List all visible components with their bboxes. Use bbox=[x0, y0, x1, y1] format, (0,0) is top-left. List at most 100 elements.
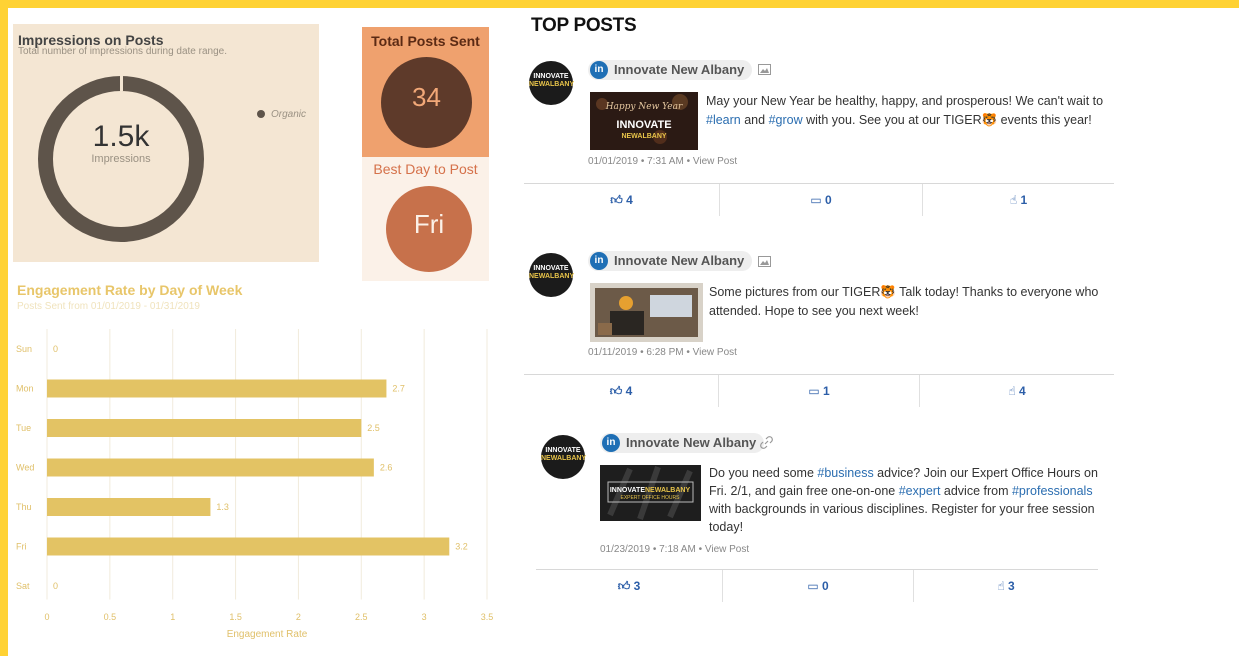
bar bbox=[47, 419, 362, 437]
post-text-segment: Do you need some bbox=[709, 466, 818, 480]
y-tick-label: Thu bbox=[16, 502, 32, 512]
engagement-title: Engagement Rate by Day of Week bbox=[17, 282, 243, 298]
post-text-segment: and bbox=[740, 113, 769, 127]
best-day-title: Best Day to Post bbox=[373, 161, 478, 177]
y-tick-label: Fri bbox=[16, 542, 27, 552]
y-tick-label: Tue bbox=[16, 423, 31, 433]
bar bbox=[47, 458, 374, 477]
best-day-card: Best Day to Post Fri bbox=[362, 157, 489, 281]
top-border bbox=[0, 0, 1239, 8]
thumbs-up-icon: 👍︎ bbox=[610, 193, 627, 207]
likes-stat[interactable]: 👍︎ 3 bbox=[536, 570, 722, 602]
post-meta[interactable]: 01/23/2019 • 7:18 AM • View Post bbox=[600, 544, 749, 555]
svg-text:EXPERT OFFICE HOURS: EXPERT OFFICE HOURS bbox=[621, 495, 681, 501]
bar bbox=[47, 498, 211, 516]
likes-stat[interactable]: 👍︎ 4 bbox=[524, 184, 719, 216]
likes-stat[interactable]: 👍︎ 4 bbox=[524, 375, 718, 407]
hashtag-link[interactable]: #learn bbox=[706, 113, 741, 127]
post-thumbnail[interactable] bbox=[590, 283, 703, 342]
x-tick-label: 0.5 bbox=[104, 612, 117, 622]
avatar-text: INNOVATE bbox=[545, 447, 581, 454]
post-stats: 👍︎ 4 ▭ 1 ☝︎ 4 bbox=[524, 374, 1114, 407]
post-text-segment: with you. See you at our TIGER🐯 events t… bbox=[802, 113, 1092, 127]
y-tick-label: Wed bbox=[16, 463, 34, 473]
x-tick-label: 1 bbox=[170, 612, 175, 622]
best-day-value: Fri bbox=[413, 209, 445, 239]
comments-count: 0 bbox=[824, 193, 832, 207]
svg-text:Happy New Year: Happy New Year bbox=[605, 102, 683, 112]
data-label: 1.3 bbox=[216, 502, 229, 512]
post-text: Do you need some #business advice? Join … bbox=[709, 464, 1099, 536]
legend-label[interactable]: Organic bbox=[271, 109, 306, 120]
avatar[interactable]: INNOVATE NEWALBANY bbox=[529, 61, 575, 105]
linkedin-icon: in bbox=[590, 252, 608, 270]
donut-gap bbox=[120, 76, 123, 91]
author-pill[interactable]: in Innovate New Albany bbox=[600, 433, 765, 453]
impressions-card: Impressions on Posts Total number of imp… bbox=[13, 24, 319, 262]
post-text-segment: with backgrounds in various disciplines.… bbox=[709, 502, 1095, 534]
comments-stat[interactable]: ▭ 0 bbox=[723, 570, 913, 602]
comments-count: 1 bbox=[822, 384, 830, 398]
comments-stat[interactable]: ▭ 1 bbox=[719, 375, 919, 407]
clicks-count: 4 bbox=[1018, 384, 1026, 398]
linkedin-icon: in bbox=[590, 61, 608, 79]
likes-count: 4 bbox=[625, 384, 633, 398]
avatar[interactable]: INNOVATE NEWALBANY bbox=[529, 253, 575, 297]
data-label: 2.6 bbox=[380, 463, 393, 473]
likes-count: 4 bbox=[626, 193, 633, 207]
data-label: 0 bbox=[53, 581, 58, 591]
impressions-value-label: Impressions bbox=[91, 153, 151, 165]
legend-dot bbox=[257, 110, 265, 118]
clicks-count: 3 bbox=[1007, 579, 1015, 593]
hashtag-link[interactable]: #professionals bbox=[1012, 484, 1093, 498]
x-tick-label: 3.5 bbox=[481, 612, 494, 622]
left-border bbox=[0, 0, 8, 656]
post-text-segment: advice from bbox=[940, 484, 1012, 498]
link-icon bbox=[760, 436, 773, 452]
author-pill[interactable]: in Innovate New Albany bbox=[588, 251, 753, 271]
author-name: Innovate New Albany bbox=[626, 435, 757, 450]
comments-stat[interactable]: ▭ 0 bbox=[720, 184, 922, 216]
avatar-text-accent: NEWALBANY bbox=[529, 273, 575, 280]
post-text: Some pictures from our TIGER🐯 Talk today… bbox=[709, 283, 1119, 321]
svg-text:INNOVATENEWALBANY: INNOVATENEWALBANY bbox=[610, 487, 691, 494]
total-posts-title: Total Posts Sent bbox=[371, 33, 480, 49]
avatar-text-accent: NEWALBANY bbox=[541, 455, 587, 462]
avatar[interactable]: INNOVATE NEWALBANY bbox=[541, 435, 587, 479]
engagement-chart: 0 0.5 1 1.5 2 2.5 3 3.5 Sun 0 Mon 2.7 Tue 2.5 Wed 2.6 Th… bbox=[16, 329, 494, 640]
hashtag-link[interactable]: #grow bbox=[769, 113, 803, 127]
y-tick-label: Sat bbox=[16, 581, 30, 591]
hashtag-link[interactable]: #business bbox=[817, 466, 873, 480]
hashtag-link[interactable]: #expert bbox=[899, 484, 941, 498]
post-card: INNOVATE NEWALBANY in Innovate New Alban… bbox=[536, 432, 1136, 612]
post-card: INNOVATE NEWALBANY in Innovate New Alban… bbox=[524, 58, 1124, 238]
post-meta[interactable]: 01/11/2019 • 6:28 PM • View Post bbox=[588, 347, 737, 358]
pointer-icon: ☝︎ bbox=[1008, 384, 1019, 398]
author-pill[interactable]: in Innovate New Albany bbox=[588, 60, 753, 80]
total-posts-value: 34 bbox=[412, 82, 441, 112]
pointer-icon: ☝︎ bbox=[997, 579, 1008, 593]
clicks-count: 1 bbox=[1020, 193, 1028, 207]
clicks-stat[interactable]: ☝︎ 4 bbox=[920, 375, 1114, 407]
data-label: 2.7 bbox=[392, 384, 405, 394]
clicks-stat[interactable]: ☝︎ 3 bbox=[914, 570, 1098, 602]
post-meta[interactable]: 01/01/2019 • 7:31 AM • View Post bbox=[588, 156, 737, 167]
post-text-segment: May your New Year be healthy, happy, and… bbox=[706, 94, 1104, 108]
avatar-text-accent: NEWALBANY bbox=[529, 81, 575, 88]
x-tick-label: 2.5 bbox=[355, 612, 368, 622]
avatar-text: INNOVATE bbox=[533, 73, 569, 80]
thumbs-up-icon: 👍︎ bbox=[609, 384, 626, 398]
impressions-subtitle: Total number of impressions during date … bbox=[18, 46, 228, 57]
comment-icon: ▭ bbox=[810, 193, 825, 207]
post-thumbnail[interactable]: INNOVATENEWALBANY EXPERT OFFICE HOURS bbox=[600, 465, 701, 521]
data-label: 3.2 bbox=[455, 542, 468, 552]
comments-count: 0 bbox=[821, 579, 829, 593]
clicks-stat[interactable]: ☝︎ 1 bbox=[923, 184, 1114, 216]
y-tick-label: Mon bbox=[16, 384, 34, 394]
image-icon bbox=[758, 64, 771, 78]
post-text-segment: Some pictures from our TIGER🐯 Talk today… bbox=[709, 285, 1099, 318]
post-stats: 👍︎ 3 ▭ 0 ☝︎ 3 bbox=[536, 569, 1098, 602]
post-thumbnail[interactable]: Happy New Year INNOVATE NEWALBANY bbox=[590, 92, 698, 150]
bar bbox=[47, 379, 387, 398]
author-name: Innovate New Albany bbox=[614, 62, 745, 77]
